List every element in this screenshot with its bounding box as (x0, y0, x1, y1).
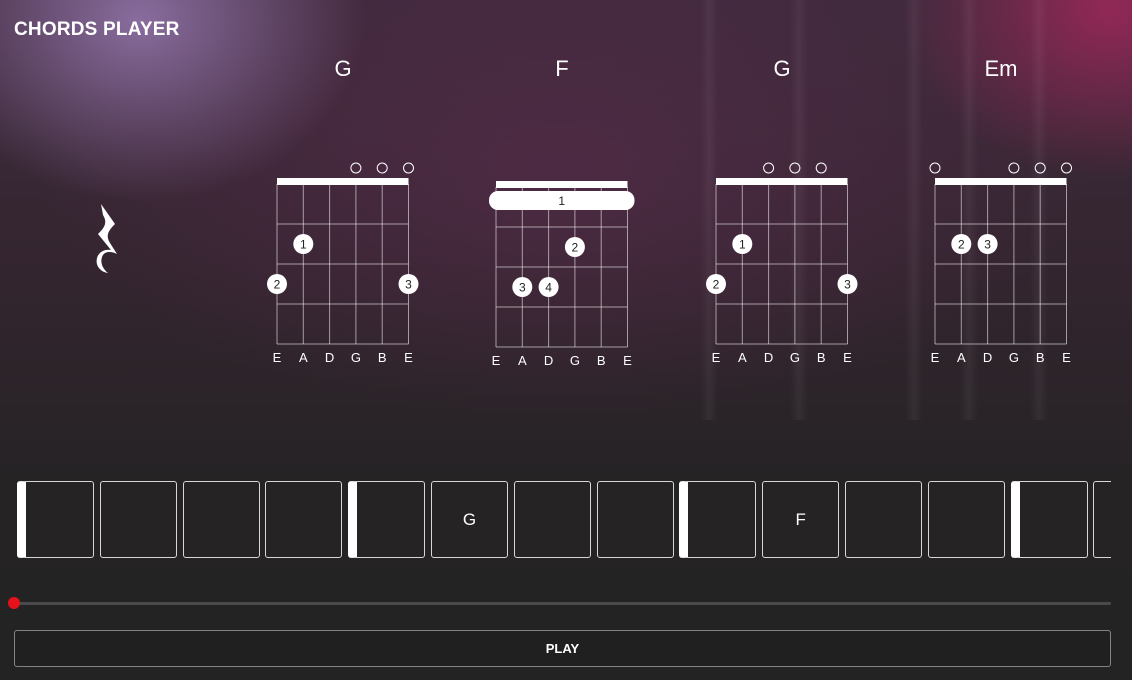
open-string-marker (376, 162, 388, 174)
chord-fretboard: E A D G B E 1 2 3 4 (489, 181, 635, 368)
chord-diagram: Em EADGBE23 (911, 52, 1091, 372)
string-name: E (843, 350, 852, 365)
chords-player-app: CHORDS PLAYER G E A D G B E 1 2 3 F E A D G B E 1 2 3 4 G… (0, 0, 1132, 680)
string-name: G (1009, 350, 1019, 365)
play-button[interactable]: PLAY (14, 630, 1111, 667)
nut (716, 178, 848, 185)
progress-thumb[interactable] (8, 597, 20, 609)
string-name: B (597, 353, 606, 368)
string-name: A (299, 350, 308, 365)
beat-cell[interactable] (927, 481, 1005, 558)
nut (277, 178, 409, 185)
beat-cell[interactable] (348, 481, 426, 558)
string-name: D (983, 350, 992, 365)
fretboard (934, 178, 1067, 345)
finger-number: 3 (984, 238, 991, 252)
finger-number: 3 (405, 278, 412, 292)
beat-cell[interactable] (182, 481, 260, 558)
chord-diagram: G E A D G B E 1 2 3 (692, 52, 872, 372)
finger-number: 4 (545, 281, 552, 295)
finger-number: 2 (274, 278, 281, 292)
string-name: D (764, 350, 773, 365)
beat-cell[interactable] (679, 481, 757, 558)
chord-diagram: F EADGBE1234 (472, 52, 652, 372)
finger-number: 2 (713, 278, 720, 292)
finger-number: 1 (300, 238, 307, 252)
chord-fretboard: E A D G B E 1 2 3 (706, 162, 858, 365)
string-name: A (738, 350, 747, 365)
string-name: E (273, 350, 282, 365)
open-string-marker (815, 162, 827, 174)
fretboard (276, 178, 409, 345)
string-name: G (570, 353, 580, 368)
app-title: CHORDS PLAYER (14, 19, 180, 40)
string-name: A (957, 350, 966, 365)
beat-cell[interactable] (845, 481, 922, 558)
beat-cell[interactable]: G (431, 481, 508, 558)
string-name: B (1036, 350, 1045, 365)
beat-cell[interactable] (265, 481, 343, 558)
progress-track[interactable] (8, 597, 1111, 609)
string-name: E (712, 350, 721, 365)
beat-timeline: GF (14, 481, 1111, 558)
open-string-marker (1061, 162, 1072, 174)
string-name: D (544, 353, 553, 368)
finger-number: 2 (958, 238, 965, 252)
chord-diagram: G E A D G B E 1 2 3 (253, 52, 433, 372)
barre-finger-label: 1 (558, 194, 565, 208)
string-name: A (518, 353, 527, 368)
string-name: D (325, 350, 334, 365)
finger-number: 3 (519, 281, 526, 295)
chord-fretboard: E A D G B E 2 3 (929, 162, 1072, 365)
string-name: E (492, 353, 501, 368)
open-string-marker (929, 162, 941, 174)
fretboard (715, 178, 848, 345)
open-string-marker (789, 162, 801, 174)
string-name: B (817, 350, 826, 365)
beat-cell[interactable] (17, 481, 94, 558)
beat-cell[interactable] (596, 481, 674, 558)
beat-cell[interactable] (99, 481, 177, 558)
string-name: E (623, 353, 632, 368)
quarter-rest-icon (96, 204, 117, 273)
finger-number: 1 (739, 238, 746, 252)
finger-number: 3 (844, 278, 851, 292)
chord-fretboard: E A D G B E 1 2 3 (267, 162, 419, 365)
open-string-marker (350, 162, 362, 174)
string-name: G (790, 350, 800, 365)
beat-cell[interactable]: F (762, 481, 840, 558)
finger-number: 2 (572, 241, 579, 255)
string-name: E (404, 350, 413, 365)
beat-cell[interactable] (513, 481, 591, 558)
nut (935, 178, 1067, 185)
open-string-marker (763, 162, 775, 174)
string-name: G (351, 350, 361, 365)
string-name: B (378, 350, 387, 365)
string-name: E (1062, 350, 1071, 365)
open-string-marker (1008, 162, 1020, 174)
beat-cell[interactable] (1010, 481, 1088, 558)
open-string-marker (403, 162, 414, 174)
beat-cell[interactable] (1093, 481, 1111, 558)
nut (496, 181, 628, 188)
string-name: E (931, 350, 940, 365)
open-string-marker (1034, 162, 1046, 174)
